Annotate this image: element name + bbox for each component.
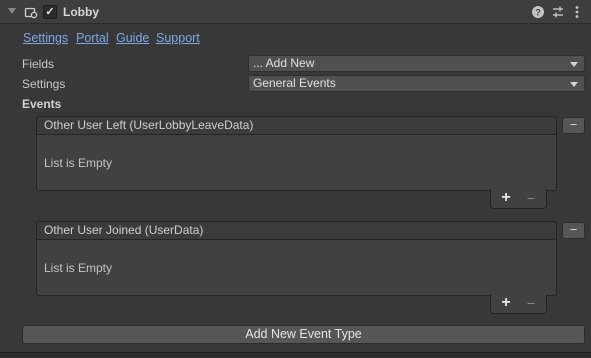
event-list-body xyxy=(36,135,557,191)
settings-dropdown[interactable]: General Events xyxy=(248,75,585,92)
link-guide[interactable]: Guide xyxy=(116,30,149,46)
enabled-checkbox[interactable]: ✓ xyxy=(43,5,57,19)
fields-dropdown-value: ... Add New xyxy=(253,56,315,70)
chevron-down-icon xyxy=(570,82,578,87)
more-menu-icon[interactable] xyxy=(569,4,585,20)
event-list-body xyxy=(36,240,557,296)
events-label: Events xyxy=(22,97,62,111)
svg-text:?: ? xyxy=(535,8,541,18)
fields-dropdown[interactable]: ... Add New xyxy=(248,55,585,72)
event-list-header: Other User Left (UserLobbyLeaveData) xyxy=(36,116,557,135)
settings-label: Settings xyxy=(22,77,66,91)
remove-event-button[interactable]: − xyxy=(562,222,585,239)
empty-list-text: List is Empty xyxy=(44,156,113,170)
add-item-button[interactable]: + xyxy=(498,190,514,206)
fields-label: Fields xyxy=(22,57,55,71)
link-portal[interactable]: Portal xyxy=(76,30,109,46)
add-item-button[interactable]: + xyxy=(498,295,514,311)
event-list-header: Other User Joined (UserData) xyxy=(36,221,557,240)
link-settings[interactable]: Settings xyxy=(23,30,68,46)
remove-item-button[interactable]: − xyxy=(523,190,539,206)
divider xyxy=(0,352,591,358)
empty-list-text: List is Empty xyxy=(44,261,113,275)
chevron-down-icon xyxy=(570,62,578,67)
link-support[interactable]: Support xyxy=(156,30,200,46)
component-title: Lobby xyxy=(63,5,99,19)
foldout-arrow-icon[interactable] xyxy=(8,8,16,14)
settings-dropdown-value: General Events xyxy=(253,76,336,90)
remove-item-button[interactable]: − xyxy=(523,295,539,311)
component-icon xyxy=(24,5,38,19)
help-icon[interactable]: ? xyxy=(530,4,546,20)
presets-icon[interactable] xyxy=(550,4,566,20)
add-new-event-type-button[interactable]: Add New Event Type xyxy=(22,325,585,344)
remove-event-button[interactable]: − xyxy=(562,117,585,134)
